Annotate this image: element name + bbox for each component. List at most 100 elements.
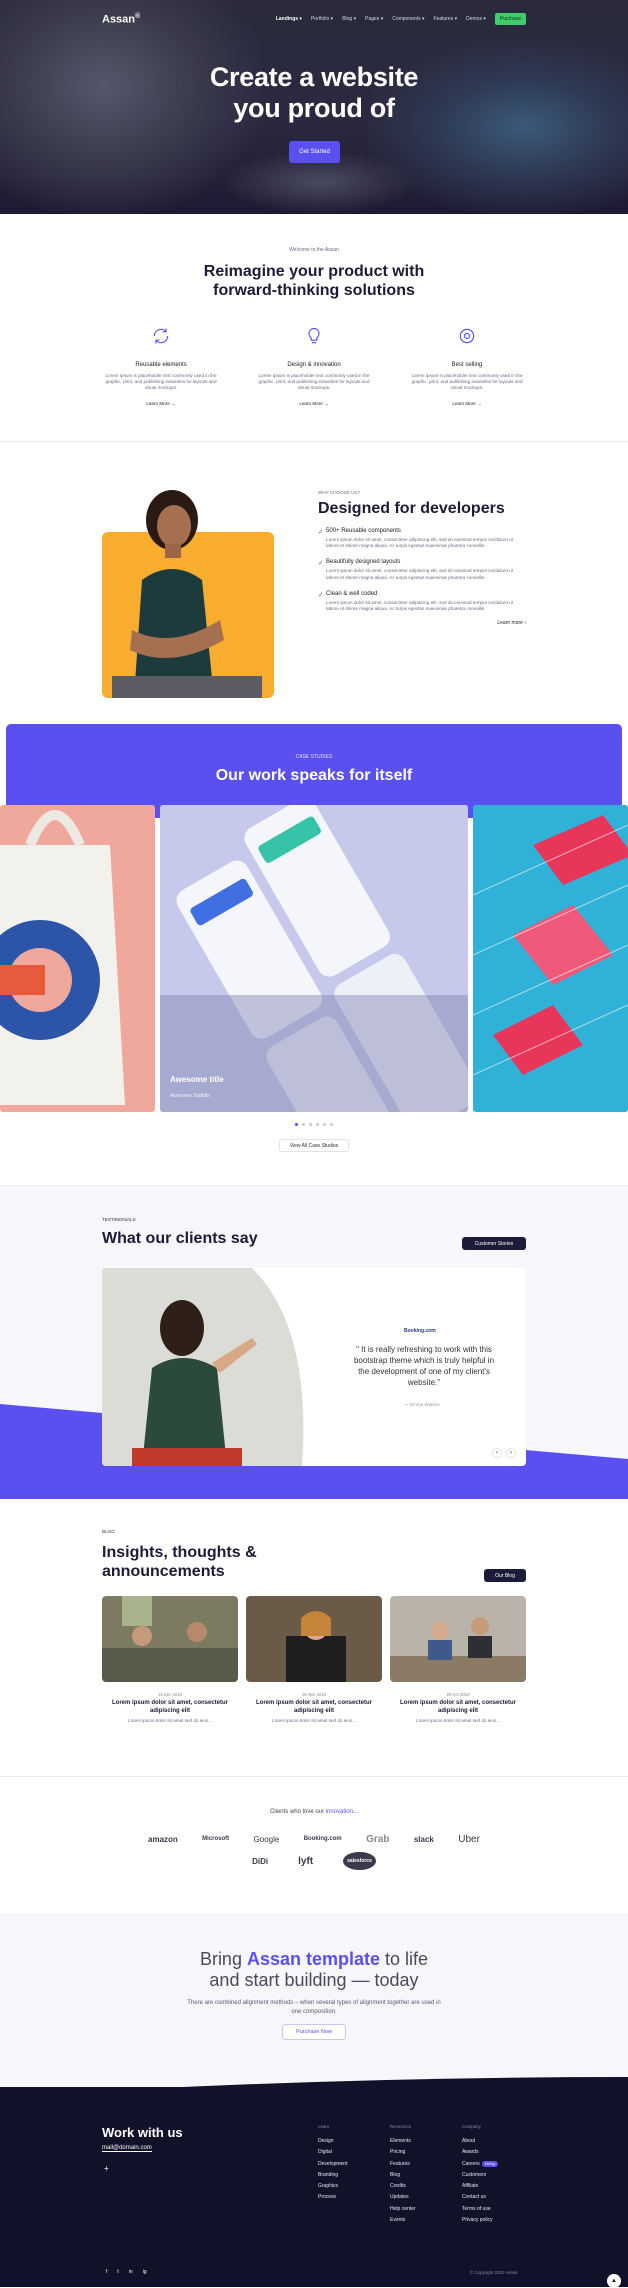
testimonials-title: What our clients say [102, 1230, 258, 1247]
isometric-image [473, 805, 628, 1112]
checklist-title: 500+ Reusable components [326, 528, 401, 534]
blog-title: Insights, thoughts & announcements [102, 1544, 257, 1580]
footer-link[interactable]: Privacy policy [462, 2217, 498, 2223]
carousel-dots [0, 1123, 628, 1126]
footer-link[interactable]: Process [318, 2194, 347, 2200]
nav-item-pages[interactable]: Pages ▾ [365, 16, 383, 22]
footer-link[interactable]: Elements [390, 2138, 416, 2144]
learn-more-link[interactable]: Learn More → [146, 401, 175, 406]
clients-section: Clients who love our innovation... amazo… [0, 1777, 628, 1913]
cta-text: There are combined alignment methods – w… [187, 2000, 441, 2015]
footer-link[interactable]: Careers Hiring [462, 2160, 498, 2167]
nav-item-portfolio[interactable]: Portfolio ▾ [311, 16, 333, 22]
footer-link[interactable]: Digital [318, 2149, 347, 2155]
blog-posts: 15 Dec 2019 Lorem ipsum dolor sit amet, … [102, 1596, 526, 1723]
footer-link[interactable]: Awards [462, 2149, 498, 2155]
footer-column-learn: Learn Design Digital Development Brandin… [318, 2124, 347, 2206]
client-logo: slack [413, 1834, 434, 1844]
footer-link[interactable]: Graphics [318, 2183, 347, 2189]
post-excerpt: Lorem ipsum dolor sit amet sed do eius..… [415, 1718, 500, 1723]
instagram-icon[interactable]: ig [143, 2269, 147, 2275]
post-image [102, 1596, 238, 1682]
nav-item-demos[interactable]: Demos ▾ [466, 16, 486, 22]
lightbulb-icon [308, 327, 320, 344]
footer-link[interactable]: About [462, 2138, 498, 2144]
customer-stories-button[interactable]: Customer Stories [462, 1237, 526, 1250]
client-logo: Google [253, 1834, 280, 1844]
footer-link[interactable]: Customers [462, 2172, 498, 2178]
footer-column-heading: Company [462, 2124, 481, 2129]
nav-item-features[interactable]: Features ▾ [433, 16, 457, 22]
blog-post-card[interactable]: 29 Oct 2019 Lorem ipsum dolor sit amet, … [390, 1596, 526, 1723]
footer-link[interactable]: Blog [390, 2172, 416, 2178]
case-slide[interactable] [0, 805, 155, 1112]
post-excerpt: Lorem ipsum dolor sit amet sed do eius..… [271, 1718, 356, 1723]
developers-copy: WHY CHOOSE US? Designed for developers ✓… [318, 490, 526, 626]
footer-link[interactable]: Terms of use [462, 2206, 498, 2212]
blog-post-card[interactable]: 15 Dec 2019 Lorem ipsum dolor sit amet, … [102, 1596, 238, 1723]
carousel-dot[interactable] [330, 1123, 333, 1126]
post-title[interactable]: Lorem ipsum dolor sit amet, consectetur … [102, 1699, 238, 1715]
testimonial-nav: ‹ › [492, 1448, 516, 1458]
chevron-right-icon[interactable]: › [506, 1448, 516, 1458]
purchase-button[interactable]: Purchase [494, 13, 526, 25]
footer-link[interactable]: Features [390, 2161, 416, 2167]
nav-item-components[interactable]: Components ▾ [392, 16, 424, 22]
developer-photo [102, 480, 274, 698]
testimonials-section: TESTIMONIALS What our clients say Custom… [0, 1186, 628, 1499]
learn-more-link[interactable]: Learn More → [299, 401, 328, 406]
blog-post-card[interactable]: 06 Nov 2019 Lorem ipsum dolor sit amet, … [246, 1596, 382, 1723]
post-title[interactable]: Lorem ipsum dolor sit amet, consectetur … [390, 1699, 526, 1715]
carousel-dot[interactable] [302, 1123, 305, 1126]
footer-link[interactable]: Contact us [462, 2194, 498, 2200]
footer-column-heading: Resources [390, 2124, 411, 2129]
feature-title: Best selling [451, 362, 483, 368]
learn-more-link[interactable]: Learn more › [497, 620, 526, 626]
check-icon: ✓ [318, 529, 324, 536]
feature-text: Lorem Ipsum is placeholder text commonly… [258, 373, 370, 391]
footer-link[interactable]: Help center [390, 2206, 416, 2212]
case-slide[interactable] [473, 805, 628, 1112]
logo[interactable]: Assan® [102, 13, 140, 26]
carousel-dot[interactable] [323, 1123, 326, 1126]
footer-link[interactable]: Pricing [390, 2149, 416, 2155]
twitter-icon[interactable]: t [117, 2269, 118, 2275]
view-all-case-studies-button[interactable]: View All Case Studies [279, 1139, 349, 1152]
learn-more-link[interactable]: Learn More → [452, 401, 481, 406]
checklist-item: ✓ Beautifully designed layouts Lorem ipsu… [318, 559, 526, 580]
developers-section: WHY CHOOSE US? Designed for developers ✓… [0, 442, 628, 720]
copyright: © Copyright 2022 Assan [470, 2270, 518, 2275]
footer-link[interactable]: Updates [390, 2194, 416, 2200]
footer-link[interactable]: Branding [318, 2172, 347, 2178]
developers-eyebrow: WHY CHOOSE US? [318, 490, 361, 495]
post-image [390, 1596, 526, 1682]
nav-item-landings[interactable]: Landings ▾ [276, 16, 302, 22]
nav-item-blog[interactable]: Blog ▾ [342, 16, 356, 22]
footer-link[interactable]: Credits [390, 2183, 416, 2189]
carousel-dot[interactable] [309, 1123, 312, 1126]
footer-link[interactable]: Events [390, 2217, 416, 2223]
client-logo: Booking.com [303, 1836, 342, 1842]
facebook-icon[interactable]: f [106, 2269, 107, 2275]
footer-link[interactable]: Design [318, 2138, 347, 2144]
scroll-to-top-icon[interactable]: ▲ [607, 2274, 621, 2288]
linkedin-icon[interactable]: in [129, 2269, 133, 2275]
post-image [246, 1596, 382, 1682]
carousel-dot[interactable] [316, 1123, 319, 1126]
checklist-item: ✓ 500+ Reusable components Lorem ipsum do… [318, 528, 526, 549]
footer-link[interactable]: Development [318, 2161, 347, 2167]
our-blog-button[interactable]: Our Blog [484, 1569, 526, 1582]
purchase-now-button[interactable]: Purchase Now [282, 2024, 346, 2040]
get-started-button[interactable]: Get Started [289, 141, 340, 163]
post-title[interactable]: Lorem ipsum dolor sit amet, consectetur … [246, 1699, 382, 1715]
carousel-dot[interactable] [295, 1123, 298, 1126]
case-slide-active[interactable]: Awesome title Awesome Subtitle [160, 805, 468, 1112]
feature-title: Reusable elements [135, 362, 187, 368]
chevron-left-icon[interactable]: ‹ [492, 1448, 502, 1458]
plus-icon[interactable]: + [104, 2164, 109, 2173]
footer-email-link[interactable]: mail@domain.com [102, 2145, 152, 2152]
footer-link[interactable]: Affiliate [462, 2183, 498, 2189]
client-logo: salesforce [343, 1852, 376, 1870]
check-icon: ✓ [318, 591, 324, 599]
case-studies-band: CASE STUDIES Our work speaks for itself [6, 724, 622, 818]
